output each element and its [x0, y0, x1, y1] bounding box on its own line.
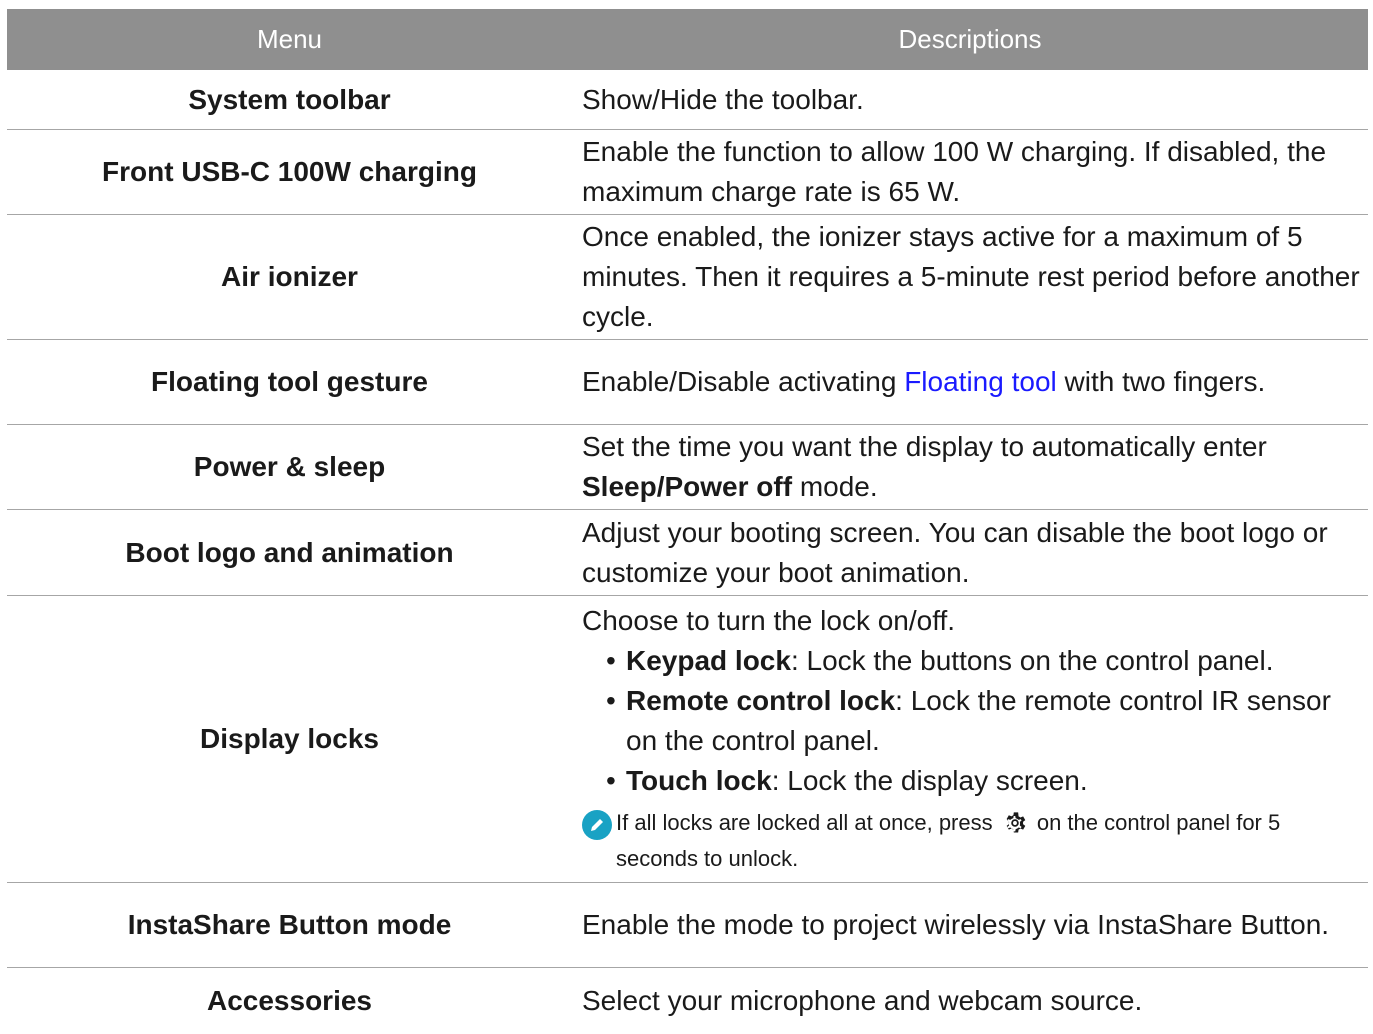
list-item: • Remote control lock: Lock the remote co…	[606, 685, 1331, 756]
menu-item-label: Front USB-C 100W charging	[102, 156, 477, 187]
table-row: Boot logo and animation Adjust your boot…	[7, 510, 1368, 596]
menu-item-label: Boot logo and animation	[125, 536, 454, 568]
menu-item-label: Display locks	[200, 723, 379, 754]
menu-item-label: Power & sleep	[193, 451, 386, 482]
gear-icon	[1006, 812, 1026, 833]
description: Enable/Disable activating Floating tool …	[582, 366, 1266, 397]
table-row: Air ionizer Once enabled, the ionizer st…	[7, 215, 1368, 340]
description: Select your microphone and webcam source…	[582, 985, 1143, 1016]
pencil-icon	[582, 810, 612, 840]
table-row: System toolbar Show/Hide the toolbar.	[7, 70, 1368, 130]
description: Show/Hide the toolbar.	[582, 83, 864, 115]
menu-item-label: Accessories	[206, 985, 372, 1016]
table-row: Floating tool gesture Enable/Disable act…	[7, 340, 1368, 425]
list-item: • Touch lock: Lock the display screen.	[606, 765, 1088, 796]
description: Choose to turn the lock on/off. • Keypad …	[572, 596, 1368, 882]
menu-item-label: Air ionizer	[221, 261, 358, 292]
settings-table: Menu Descriptions System toolbar Show/Hi…	[7, 9, 1368, 1034]
table-row: Power & sleep Set the time you want the …	[7, 425, 1368, 510]
lock-list: • Keypad lock: Lock the buttons on the co…	[582, 641, 1360, 801]
menu-item-label: Floating tool gesture	[151, 366, 428, 397]
description: Enable the function to allow 100 W charg…	[582, 136, 1327, 207]
table-row: InstaShare Button mode Enable the mode t…	[7, 883, 1368, 968]
table-row: Front USB-C 100W charging Enable the fun…	[7, 130, 1368, 215]
note: If all locks are locked all at once, pre…	[582, 805, 1360, 877]
description: Set the time you want the display to aut…	[582, 431, 1267, 502]
description: Adjust your booting screen. You can disa…	[582, 516, 1328, 588]
menu-item-label: InstaShare Button mode	[127, 909, 452, 940]
description: Enable the mode to project wirelessly vi…	[582, 909, 1330, 940]
header-descriptions: Descriptions	[898, 24, 1042, 54]
list-item: • Keypad lock: Lock the buttons on the co…	[606, 645, 1274, 676]
table-row: Display locks Choose to turn the lock on…	[7, 596, 1368, 883]
table-row: Accessories Select your microphone and w…	[7, 968, 1368, 1034]
floating-tool-link[interactable]: Floating tool	[904, 366, 1057, 397]
description: Once enabled, the ionizer stays active f…	[582, 221, 1360, 332]
header-menu: Menu	[256, 24, 323, 54]
table-header: Menu Descriptions	[7, 9, 1368, 70]
menu-item-label: System toolbar	[188, 83, 391, 115]
